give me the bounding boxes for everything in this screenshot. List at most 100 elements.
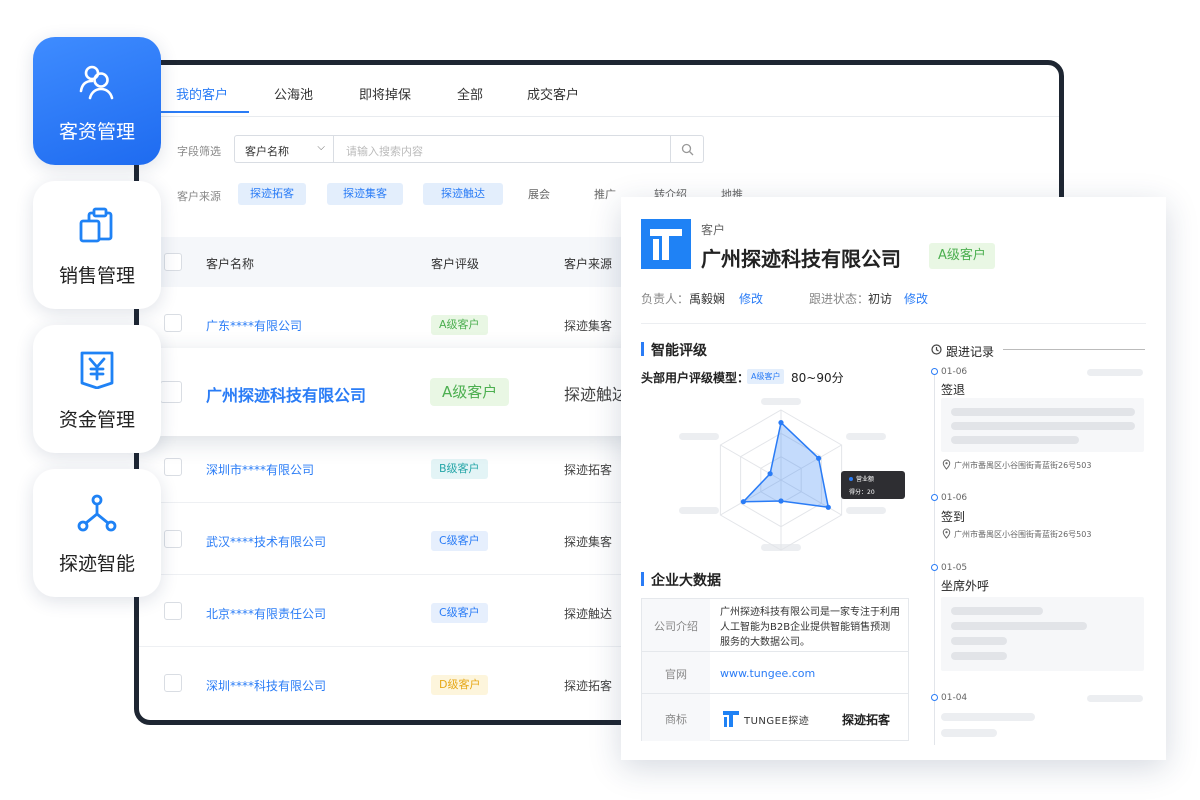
network-nodes-icon bbox=[77, 494, 117, 532]
radar-point bbox=[816, 455, 822, 461]
timeline-dot bbox=[931, 564, 938, 571]
radar-point bbox=[778, 498, 784, 504]
col-header-name: 客户名称 bbox=[206, 257, 255, 271]
yen-document-icon bbox=[80, 351, 114, 389]
search-input[interactable]: 请输入搜索内容 bbox=[333, 135, 671, 163]
nav-tungee-ai[interactable]: 探迹智能 bbox=[33, 469, 161, 597]
skeleton-line bbox=[951, 637, 1007, 645]
skeleton-line bbox=[951, 422, 1135, 430]
row-checkbox[interactable] bbox=[164, 458, 182, 476]
row-checkbox[interactable] bbox=[164, 530, 182, 548]
row-checkbox[interactable] bbox=[164, 674, 182, 692]
grade-badge: C级客户 bbox=[431, 531, 488, 551]
radar-label-placeholder bbox=[761, 398, 801, 405]
row-checkbox[interactable] bbox=[160, 381, 182, 403]
field-select[interactable]: 客户名称 ⌵ bbox=[234, 135, 334, 163]
nav-label: 销售管理 bbox=[58, 265, 135, 287]
tungee-logo-icon bbox=[650, 229, 682, 260]
timeline-dot bbox=[931, 368, 938, 375]
clipboard-icon bbox=[79, 207, 113, 243]
timeline-action: 签到 bbox=[941, 510, 966, 524]
field-select-value: 客户名称 bbox=[245, 145, 289, 158]
website-link[interactable]: www.tungee.com bbox=[720, 666, 900, 681]
timeline-dot bbox=[931, 694, 938, 701]
clock-icon bbox=[931, 344, 942, 355]
timeline-date: 01-06 bbox=[941, 367, 968, 377]
grade-badge: C级客户 bbox=[431, 603, 488, 623]
source-cell: 探迹触达 bbox=[564, 385, 629, 404]
radar-point bbox=[825, 504, 831, 510]
customer-name-link[interactable]: 广东****有限公司 bbox=[206, 317, 302, 334]
highlighted-table-row[interactable]: 广州探迹科技有限公司 A级客户 探迹触达 bbox=[140, 348, 640, 436]
grade-badge: D级客户 bbox=[431, 675, 489, 695]
source-filter-label: 客户来源 bbox=[177, 190, 221, 203]
series-dot bbox=[849, 477, 853, 481]
skeleton-line bbox=[951, 607, 1043, 615]
customer-name-link[interactable]: 武汉****技术有限公司 bbox=[206, 533, 326, 550]
source-exhibition[interactable]: 展会 bbox=[528, 186, 550, 202]
status-value: 初访 bbox=[868, 292, 893, 306]
radar-point bbox=[778, 420, 784, 426]
grade-badge: A级客户 bbox=[929, 243, 995, 269]
owner-value: 禹毅娴 bbox=[689, 292, 726, 306]
divider bbox=[641, 323, 1146, 324]
nav-fund-management[interactable]: 资金管理 bbox=[33, 325, 161, 453]
skeleton-line bbox=[951, 408, 1135, 416]
info-row-trademark: 商标 TUNGEE探迹 探迹拓客 bbox=[642, 694, 908, 741]
nav-label: 探迹智能 bbox=[58, 553, 135, 575]
info-key: 公司介绍 bbox=[642, 599, 710, 651]
field-filter-label: 字段筛选 bbox=[177, 145, 221, 158]
model-score-range: 80~90分 bbox=[791, 371, 844, 385]
source-chip-tuoke[interactable]: 探迹拓客 bbox=[238, 183, 306, 205]
radar-label-placeholder bbox=[679, 433, 719, 440]
skeleton-line bbox=[951, 622, 1087, 630]
source-chip-chuda[interactable]: 探迹触达 bbox=[423, 183, 503, 205]
model-label: 头部用户评级模型： bbox=[641, 371, 750, 385]
bigdata-section-title: 企业大数据 bbox=[641, 570, 721, 590]
company-intro-text: 广州探迹科技有限公司是一家专注于利用人工智能为B2B企业提供智能销售预测服务的大… bbox=[720, 607, 900, 648]
rating-section-title: 智能评级 bbox=[641, 340, 707, 360]
nav-customer-management[interactable]: 客资管理 bbox=[33, 37, 161, 165]
edit-owner-link[interactable]: 修改 bbox=[739, 290, 763, 307]
row-checkbox[interactable] bbox=[164, 602, 182, 620]
radar-label-placeholder bbox=[846, 433, 886, 440]
source-cell: 探迹拓客 bbox=[564, 463, 613, 477]
record-type-label: 客户 bbox=[701, 223, 726, 237]
timeline-detail-card bbox=[941, 398, 1144, 452]
skeleton-line bbox=[941, 713, 1035, 721]
source-chip-jike[interactable]: 探迹集客 bbox=[327, 183, 403, 205]
trademark-name: 探迹拓客 bbox=[842, 713, 891, 727]
row-checkbox[interactable] bbox=[164, 314, 182, 332]
select-all-checkbox[interactable] bbox=[164, 253, 182, 271]
radar-tooltip: 营业额 得分：20 bbox=[841, 471, 905, 499]
tooltip-score: 得分：20 bbox=[849, 489, 875, 496]
company-logo bbox=[641, 219, 691, 269]
timeline-title-rule bbox=[1003, 349, 1145, 350]
customer-name-link[interactable]: 广州探迹科技有限公司 bbox=[206, 382, 366, 406]
timeline-action: 签退 bbox=[941, 383, 966, 397]
radar-label-placeholder bbox=[679, 507, 719, 514]
search-button[interactable] bbox=[670, 135, 704, 163]
skeleton-line bbox=[951, 436, 1079, 444]
company-name: 广州探迹科技有限公司 bbox=[701, 247, 901, 271]
timeline-location: 广州市番禺区小谷围街青蓝街26号503 bbox=[954, 530, 1092, 539]
timeline-action: 坐席外呼 bbox=[941, 579, 990, 593]
edit-status-link[interactable]: 修改 bbox=[904, 290, 928, 307]
tab-public-pool[interactable]: 公海池 bbox=[274, 84, 313, 103]
timeline-title: 跟进记录 bbox=[946, 345, 995, 359]
tab-my-customers[interactable]: 我的客户 bbox=[176, 84, 228, 103]
trademark-wordmark: TUNGEE探迹 bbox=[744, 716, 810, 727]
tab-all[interactable]: 全部 bbox=[457, 84, 483, 103]
customer-name-link[interactable]: 北京****有限责任公司 bbox=[206, 605, 326, 622]
tab-closed-deals[interactable]: 成交客户 bbox=[527, 84, 579, 103]
source-cell: 探迹拓客 bbox=[564, 679, 613, 693]
customer-name-link[interactable]: 深圳****科技有限公司 bbox=[206, 677, 326, 694]
radar-point bbox=[767, 471, 773, 477]
chevron-down-icon: ⌵ bbox=[317, 142, 325, 153]
source-cell: 探迹集客 bbox=[564, 319, 613, 333]
source-promotion[interactable]: 推广 bbox=[594, 186, 616, 202]
customer-name-link[interactable]: 深圳市****有限公司 bbox=[206, 461, 314, 478]
nav-sales-management[interactable]: 销售管理 bbox=[33, 181, 161, 309]
info-row-intro: 公司介绍 广州探迹科技有限公司是一家专注于利用人工智能为B2B企业提供智能销售预… bbox=[642, 599, 908, 652]
tab-expiring[interactable]: 即将掉保 bbox=[359, 84, 411, 103]
